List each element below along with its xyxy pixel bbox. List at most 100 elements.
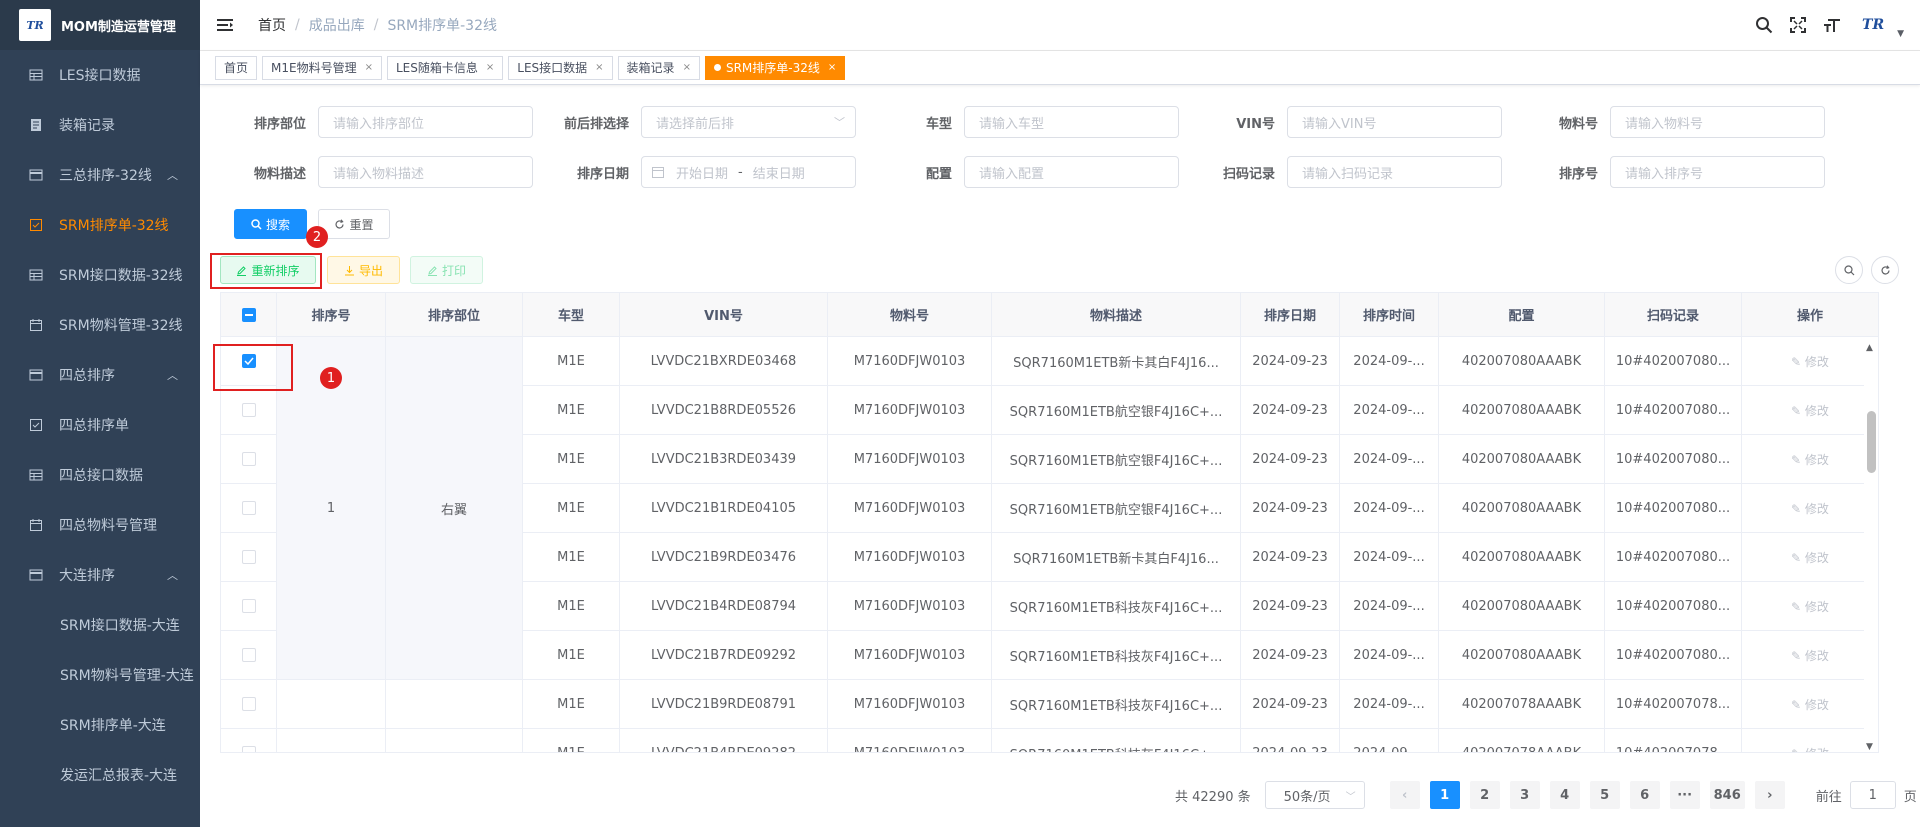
sidebar-item[interactable]: SRM物料号管理-大连	[0, 650, 200, 700]
export-button-label: 导出	[358, 263, 383, 278]
sidebar-item[interactable]: 三总排序-32线 ︿	[0, 150, 200, 200]
page-button[interactable]: ···	[1669, 781, 1700, 809]
sidebar-item[interactable]: 四总接口数据	[0, 450, 200, 500]
refresh-icon[interactable]	[1871, 256, 1899, 284]
page-button[interactable]: 3	[1509, 781, 1540, 809]
scan-record-input[interactable]: 请输入扫码记录	[1287, 156, 1502, 188]
material-desc-input[interactable]: 请输入物料描述	[318, 156, 533, 188]
goto-page-input[interactable]: 1	[1849, 781, 1896, 809]
vin-input[interactable]: 请输入VIN号	[1287, 106, 1502, 138]
table-row[interactable]: M1ELVVDC21B4RDE09282M7160DFJW0103SQR7160…	[221, 729, 1878, 753]
row-checkbox[interactable]	[241, 697, 256, 711]
material-no-input[interactable]: 请输入物料号	[1610, 106, 1825, 138]
table-scrollbar[interactable]: ▲ ▼	[1864, 337, 1878, 752]
edit-button[interactable]: ✎ 修改	[1791, 598, 1829, 615]
tag-item[interactable]: M1E物料号管理 ×	[262, 55, 382, 80]
car-type-input[interactable]: 请输入车型	[964, 106, 1179, 138]
edit-button[interactable]: ✎ 修改	[1791, 696, 1829, 713]
sidebar-item[interactable]: SRM排序单-大连	[0, 700, 200, 750]
breadcrumb-home[interactable]: 首页	[258, 15, 286, 35]
search-button[interactable]: 搜索	[234, 209, 307, 239]
tag-item[interactable]: SRM排序单-32线 ×	[704, 55, 846, 80]
reset-button[interactable]: 重置	[318, 209, 390, 239]
edit-button[interactable]: ✎ 修改	[1791, 451, 1829, 468]
start-date[interactable]: 开始日期	[676, 163, 728, 182]
page-button[interactable]: 6	[1629, 781, 1660, 809]
date-range-picker[interactable]: 开始日期 - 结束日期	[641, 156, 856, 188]
sidebar-item[interactable]: LES接口数据	[0, 50, 200, 100]
hamburger-toggle-icon[interactable]	[200, 0, 250, 50]
sidebar-item[interactable]: SRM排序单-32线	[0, 200, 200, 250]
close-icon[interactable]: ×	[828, 62, 836, 73]
caret-down-icon[interactable]: ▼	[1897, 29, 1904, 39]
edit-button[interactable]: ✎ 修改	[1791, 745, 1829, 753]
front-back-select[interactable]: 请选择前后排 ﹀	[641, 106, 856, 138]
cell-date: 2024-09-23	[1241, 484, 1340, 533]
row-checkbox[interactable]	[241, 746, 256, 752]
font-size-icon[interactable]	[1815, 8, 1849, 42]
fullscreen-icon[interactable]	[1781, 8, 1815, 42]
edit-button[interactable]: ✎ 修改	[1791, 647, 1829, 664]
edit-button[interactable]: ✎ 修改	[1791, 549, 1829, 566]
end-date[interactable]: 结束日期	[753, 163, 805, 182]
sidebar-item[interactable]: 大连排序 ︿	[0, 550, 200, 600]
row-checkbox[interactable]	[241, 452, 256, 466]
row-checkbox[interactable]	[241, 599, 256, 613]
edit-button[interactable]: ✎ 修改	[1791, 353, 1829, 370]
toggle-search-icon[interactable]	[1835, 256, 1863, 284]
page-button[interactable]: 4	[1549, 781, 1580, 809]
sidebar-item[interactable]: SRM接口数据-大连	[0, 600, 200, 650]
sidebar-item[interactable]: 四总物料号管理	[0, 500, 200, 550]
row-checkbox[interactable]	[241, 501, 256, 515]
next-page-button[interactable]: ›	[1754, 781, 1785, 809]
edit-icon: ✎	[1791, 697, 1805, 712]
seq-no-input[interactable]: 请输入排序号	[1610, 156, 1825, 188]
cell-time: 2024-09-...	[1340, 435, 1439, 484]
action-cell: ✎ 修改	[1742, 582, 1878, 631]
sidebar-item[interactable]: 四总排序 ︿	[0, 350, 200, 400]
tag-item[interactable]: LES随箱卡信息 ×	[386, 55, 504, 80]
avatar[interactable]: TR	[1855, 11, 1891, 39]
cell-time: 2024-09-...	[1340, 729, 1439, 752]
sidebar-item[interactable]: 发运汇总报表-大连	[0, 750, 200, 800]
sidebar-item[interactable]: SRM接口数据-32线	[0, 250, 200, 300]
tag-item[interactable]: LES接口数据 ×	[508, 55, 613, 80]
tag-item[interactable]: 首页	[215, 55, 258, 80]
edit-button[interactable]: ✎ 修改	[1791, 402, 1829, 419]
search-icon[interactable]	[1747, 8, 1781, 42]
page-button[interactable]: 5	[1589, 781, 1620, 809]
page-button[interactable]: 1	[1429, 781, 1460, 809]
prev-page-button[interactable]: ‹	[1389, 781, 1420, 809]
scrollbar-thumb[interactable]	[1867, 411, 1876, 473]
export-button[interactable]: 导出	[327, 256, 400, 284]
close-icon[interactable]: ×	[683, 62, 691, 73]
print-button[interactable]: 打印	[410, 256, 483, 284]
sidebar-item[interactable]: 装箱记录	[0, 100, 200, 150]
sidebar-item[interactable]: SRM物料管理-32线	[0, 300, 200, 350]
sidebar-item-label: SRM接口数据-32线	[59, 268, 183, 284]
scroll-down-icon[interactable]: ▼	[1866, 742, 1873, 752]
seq-part-input[interactable]: 请输入排序部位	[318, 106, 533, 138]
close-icon[interactable]: ×	[486, 62, 494, 73]
cell-vin: LVVDC21B4RDE08794	[620, 582, 828, 631]
close-icon[interactable]: ×	[595, 62, 603, 73]
page-button[interactable]: 2	[1469, 781, 1500, 809]
edit-icon: ✎	[1791, 403, 1805, 418]
table-row[interactable]: M1E LVVDC21B9RDE08791 M7160DFJW0103 SQR7160…	[221, 680, 1878, 729]
scroll-up-icon[interactable]: ▲	[1866, 343, 1873, 353]
breadcrumb-separator: /	[373, 17, 379, 33]
row-checkbox[interactable]	[241, 648, 256, 662]
edit-button[interactable]: ✎ 修改	[1791, 500, 1829, 517]
sidebar-item[interactable]: 四总排序单	[0, 400, 200, 450]
config-input[interactable]: 请输入配置	[964, 156, 1179, 188]
tag-item[interactable]: 装箱记录 ×	[617, 55, 700, 80]
select-all-checkbox[interactable]	[241, 307, 256, 322]
annotation-badge-1: 1	[320, 367, 342, 389]
checkbox-icon	[29, 418, 43, 432]
row-checkbox[interactable]	[241, 550, 256, 564]
page-size-select[interactable]: 50条/页 ﹀	[1264, 781, 1365, 809]
row-checkbox[interactable]	[241, 403, 256, 417]
close-icon[interactable]: ×	[365, 62, 373, 73]
filter-label: 扫码记录	[1222, 166, 1275, 182]
page-button[interactable]: 846	[1709, 781, 1745, 809]
